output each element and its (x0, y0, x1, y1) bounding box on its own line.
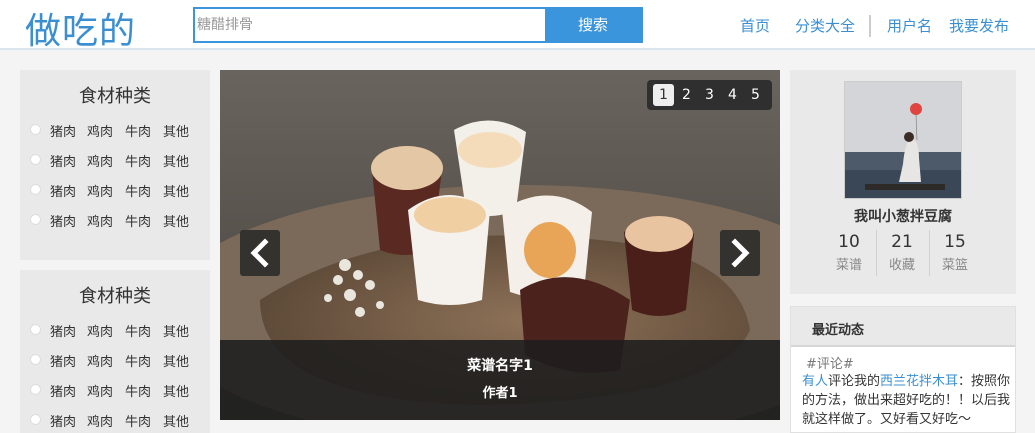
activity-header: 最近动态 (791, 307, 1015, 347)
user-profile-card: 我叫小葱拌豆腐 10 菜谱 21 收藏 15 菜篮 (790, 70, 1016, 294)
radio-button[interactable] (30, 324, 41, 335)
stat-value: 21 (891, 232, 913, 252)
filter-option[interactable]: 猪肉 (50, 211, 76, 230)
ingredient-filter-panel-2: 食材种类 猪肉 鸡肉 牛肉 其他 猪肉 鸡肉 牛肉 其他 猪肉 鸡肉 牛肉 其他 猪肉 鸡肉 牛肉 其他 (20, 270, 210, 433)
filter-row: 猪肉 鸡肉 牛肉 其他 (30, 150, 200, 170)
page-2-button[interactable]: 2 (676, 84, 697, 106)
stat-label: 菜篮 (941, 258, 968, 273)
filter-row: 猪肉 鸡肉 牛肉 其他 (30, 180, 200, 200)
chevron-left-icon (250, 238, 269, 268)
filter-option[interactable]: 其他 (163, 121, 189, 140)
filter-option[interactable]: 鸡肉 (87, 211, 113, 230)
muffin-3 (408, 195, 490, 305)
filter-option[interactable]: 猪肉 (50, 411, 76, 430)
filter-option[interactable]: 牛肉 (125, 411, 151, 430)
stat-label: 收藏 (888, 258, 915, 273)
recent-activity-panel: 最近动态 #评论# 有人评论我的西兰花拌木耳：按照你的方法，做出来超好吃的！！以… (790, 306, 1016, 433)
filter-option[interactable]: 鸡肉 (87, 381, 113, 400)
filter-option[interactable]: 鸡肉 (87, 121, 113, 140)
slide-caption[interactable]: 菜谱名字1 作者1 (220, 340, 780, 420)
filter-row: 猪肉 鸡肉 牛肉 其他 (30, 320, 200, 340)
site-logo[interactable]: 做吃的 (25, 2, 136, 54)
filter-option[interactable]: 牛肉 (125, 181, 151, 200)
avatar[interactable] (844, 81, 962, 199)
page-1-button[interactable]: 1 (653, 84, 674, 106)
page-4-button[interactable]: 4 (722, 84, 743, 106)
filter-option[interactable]: 其他 (163, 211, 189, 230)
radio-button[interactable] (30, 214, 41, 225)
filter-option[interactable]: 猪肉 (50, 151, 76, 170)
nav-categories[interactable]: 分类大全 (795, 15, 855, 36)
muffin-5 (624, 216, 694, 316)
page-5-button[interactable]: 5 (745, 84, 766, 106)
search-bar: 搜索 (193, 7, 643, 43)
filter-option[interactable]: 猪肉 (50, 351, 76, 370)
nav-username[interactable]: 用户名 (887, 15, 932, 36)
nav-home[interactable]: 首页 (740, 15, 770, 36)
panel-title: 食材种类 (79, 286, 151, 307)
filter-option[interactable]: 猪肉 (50, 381, 76, 400)
filter-option[interactable]: 其他 (163, 351, 189, 370)
profile-username[interactable]: 我叫小葱拌豆腐 (790, 206, 1016, 226)
stat-value: 10 (838, 232, 860, 252)
filter-option[interactable]: 牛肉 (125, 121, 151, 140)
filter-option[interactable]: 鸡肉 (87, 411, 113, 430)
chevron-right-icon (731, 238, 750, 268)
radio-button[interactable] (30, 414, 41, 425)
stat-value: 15 (944, 232, 966, 252)
nav-publish[interactable]: 我要发布 (949, 15, 1009, 36)
filter-option[interactable]: 其他 (163, 321, 189, 340)
filter-row: 猪肉 鸡肉 牛肉 其他 (30, 350, 200, 370)
search-button[interactable]: 搜索 (545, 9, 641, 41)
filter-option[interactable]: 鸡肉 (87, 321, 113, 340)
page-3-button[interactable]: 3 (699, 84, 720, 106)
prev-slide-button[interactable] (240, 230, 280, 276)
filter-option[interactable]: 猪肉 (50, 121, 76, 140)
filter-option[interactable]: 牛肉 (125, 151, 151, 170)
filter-option[interactable]: 牛肉 (125, 381, 151, 400)
radio-button[interactable] (30, 124, 41, 135)
carousel-pager: 1 2 3 4 5 (647, 80, 772, 110)
search-input[interactable] (195, 9, 545, 41)
stat-label: 菜谱 (835, 258, 862, 273)
radio-button[interactable] (30, 184, 41, 195)
filter-option[interactable]: 鸡肉 (87, 181, 113, 200)
activity-actor-link[interactable]: 有人 (802, 374, 828, 389)
recipe-author[interactable]: 作者1 (220, 382, 780, 401)
stat-basket[interactable]: 15 菜篮 (928, 232, 982, 273)
activity-tag: #评论# (806, 357, 854, 372)
next-slide-button[interactable] (720, 230, 760, 276)
filter-option[interactable]: 其他 (163, 411, 189, 430)
activity-title: 最近动态 (812, 323, 865, 338)
filter-option[interactable]: 其他 (163, 381, 189, 400)
filter-option[interactable]: 牛肉 (125, 211, 151, 230)
activity-item: 有人评论我的西兰花拌木耳：按照你的方法，做出来超好吃的！！以后我就这样做了。又好… (802, 372, 1014, 429)
radio-button[interactable] (30, 154, 41, 165)
nav-divider (869, 15, 871, 37)
filter-row: 猪肉 鸡肉 牛肉 其他 (30, 210, 200, 230)
filter-row: 猪肉 鸡肉 牛肉 其他 (30, 380, 200, 400)
filter-option[interactable]: 牛肉 (125, 321, 151, 340)
activity-recipe-link[interactable]: 西兰花拌木耳 (880, 374, 958, 389)
filter-option[interactable]: 鸡肉 (87, 151, 113, 170)
filter-option[interactable]: 猪肉 (50, 181, 76, 200)
panel-title: 食材种类 (79, 86, 151, 107)
filter-option[interactable]: 猪肉 (50, 321, 76, 340)
recipe-carousel[interactable]: 1 2 3 4 5 菜谱名字1 作者1 (220, 70, 780, 420)
filter-option[interactable]: 其他 (163, 151, 189, 170)
stat-recipes[interactable]: 10 菜谱 (822, 232, 876, 273)
filter-option[interactable]: 其他 (163, 181, 189, 200)
filter-row: 猪肉 鸡肉 牛肉 其他 (30, 120, 200, 140)
recipe-name[interactable]: 菜谱名字1 (220, 355, 780, 375)
activity-verb: 评论我的 (828, 374, 881, 389)
filter-option[interactable]: 鸡肉 (87, 351, 113, 370)
radio-button[interactable] (30, 384, 41, 395)
ingredient-filter-panel: 食材种类 猪肉 鸡肉 牛肉 其他 猪肉 鸡肉 牛肉 其他 猪肉 鸡肉 牛肉 其他 猪肉 鸡肉 牛肉 其他 (20, 70, 210, 260)
filter-row: 猪肉 鸡肉 牛肉 其他 (30, 410, 200, 430)
stat-favorites[interactable]: 21 收藏 (875, 232, 929, 273)
radio-button[interactable] (30, 354, 41, 365)
top-header: 做吃的 搜索 首页 分类大全 用户名 我要发布 (0, 0, 1035, 52)
filter-option[interactable]: 牛肉 (125, 351, 151, 370)
